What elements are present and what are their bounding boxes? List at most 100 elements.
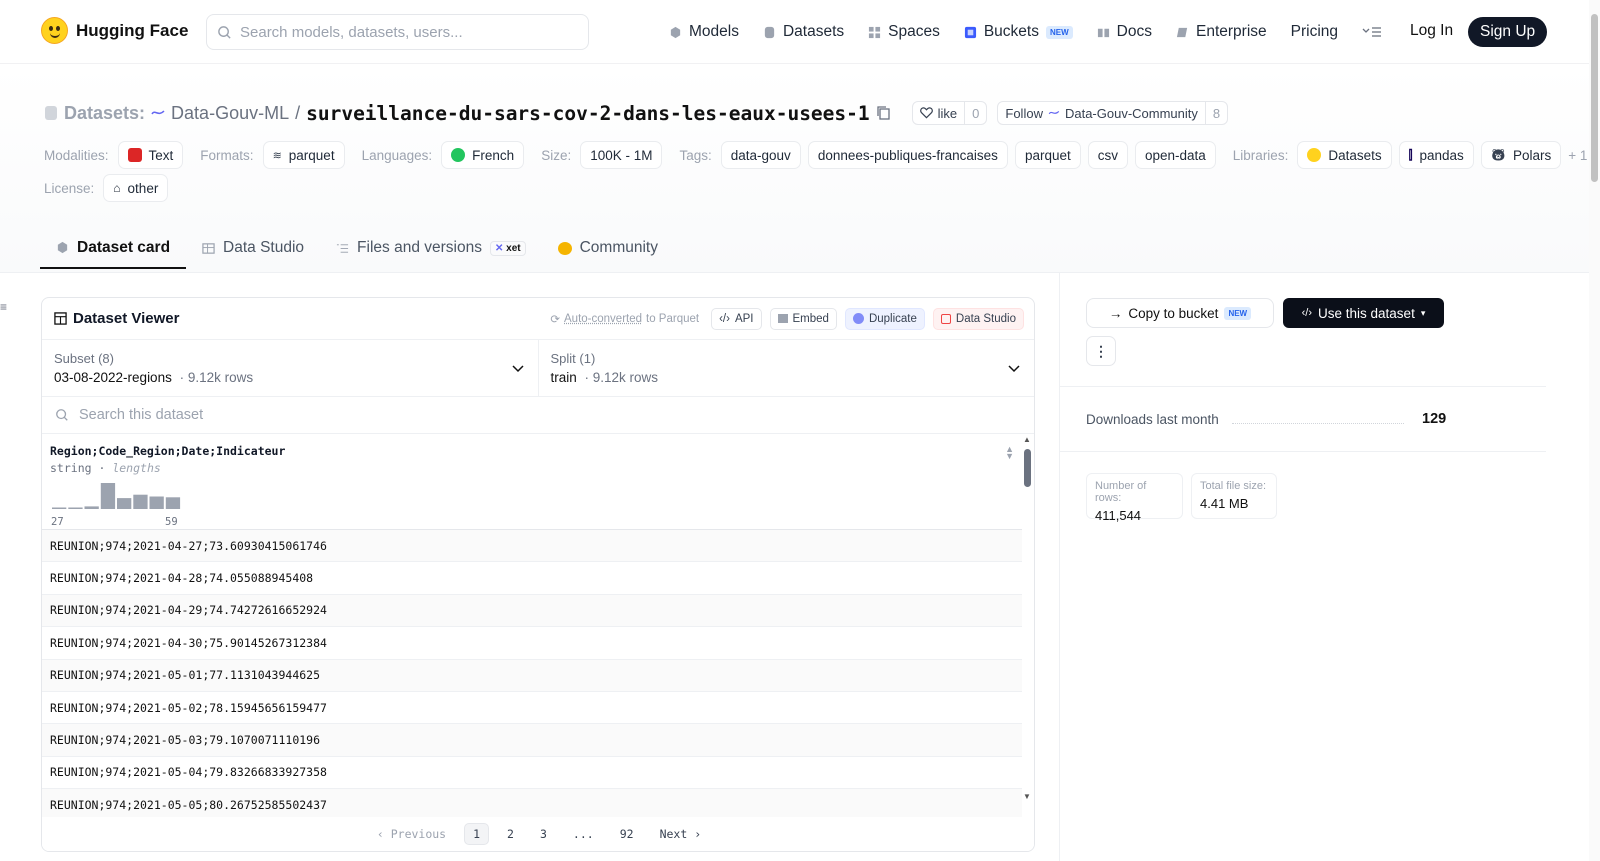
viewer-scrollbar[interactable]: ▲ ▼ bbox=[1020, 435, 1034, 801]
nav-docs[interactable]: Docs bbox=[1097, 23, 1152, 41]
page-scrollbar-thumb[interactable] bbox=[1591, 14, 1598, 182]
logo-link[interactable]: Hugging Face bbox=[41, 17, 188, 44]
histogram-bar[interactable] bbox=[84, 506, 99, 509]
global-search-input[interactable] bbox=[240, 23, 570, 41]
library-tag-datasets[interactable]: Datasets bbox=[1297, 141, 1392, 169]
split-label: Split (1) bbox=[550, 351, 596, 366]
previous-label: Previous bbox=[390, 827, 447, 841]
pagination-previous[interactable]: ‹ Previous bbox=[369, 824, 454, 844]
repo-name[interactable]: surveillance-du-sars-cov-2-dans-les-eaux… bbox=[306, 102, 870, 125]
language-tag-french[interactable]: French bbox=[441, 141, 525, 169]
nav-more[interactable] bbox=[1362, 26, 1382, 38]
histogram-bar[interactable] bbox=[100, 483, 116, 509]
nav-pricing[interactable]: Pricing bbox=[1291, 23, 1338, 41]
dataset-search-input[interactable] bbox=[79, 407, 479, 423]
data-studio-button[interactable]: Data Studio bbox=[932, 307, 1024, 330]
column-header[interactable]: Region;Code_Region;Date;Indicateur strin… bbox=[42, 434, 1022, 530]
histogram-bar[interactable] bbox=[117, 498, 132, 509]
tag-csv[interactable]: csv bbox=[1087, 141, 1128, 169]
tab-community[interactable]: Community bbox=[542, 228, 674, 268]
histogram-bar[interactable] bbox=[149, 496, 164, 510]
subset-select[interactable]: Subset (8) 03-08-2022-regions · 9.12k ro… bbox=[42, 340, 538, 396]
scroll-down-icon[interactable]: ▼ bbox=[1023, 792, 1031, 801]
pagination-page-1[interactable]: 1 bbox=[464, 823, 490, 845]
histogram-bar[interactable] bbox=[165, 497, 181, 509]
copy-to-bucket-button[interactable]: → Copy to bucket NEW bbox=[1086, 298, 1274, 328]
scrollbar-thumb[interactable] bbox=[1024, 449, 1031, 487]
embed-label: Embed bbox=[792, 312, 829, 325]
hugging-face-icon bbox=[1307, 148, 1322, 162]
format-tag-parquet[interactable]: ≋ parquet bbox=[262, 141, 345, 169]
nav-buckets[interactable]: Buckets NEW bbox=[964, 23, 1073, 41]
chevron-down-icon: ▾ bbox=[1420, 307, 1426, 318]
pagination-page-3[interactable]: 3 bbox=[532, 824, 555, 844]
table-row[interactable]: REUNION;974;2021-05-04;79.83266833927358 bbox=[42, 757, 1022, 790]
nav-enterprise[interactable]: Enterprise bbox=[1176, 23, 1267, 41]
embed-button[interactable]: Embed bbox=[769, 307, 837, 330]
libraries-more[interactable]: + 1 bbox=[1568, 148, 1587, 163]
sidebar-toggle-icon[interactable]: ≡ bbox=[0, 300, 7, 314]
scroll-up-icon[interactable]: ▲ bbox=[1023, 435, 1031, 444]
nav-spaces[interactable]: Spaces bbox=[868, 23, 940, 41]
copy-icon[interactable] bbox=[876, 105, 892, 121]
table-row[interactable]: REUNION;974;2021-04-27;73.60930415061746 bbox=[42, 530, 1022, 563]
nav-datasets[interactable]: Datasets bbox=[763, 23, 844, 41]
tag-data-gouv[interactable]: data-gouv bbox=[720, 141, 801, 169]
table-row[interactable]: REUNION;974;2021-05-02;78.15945656159477 bbox=[42, 692, 1022, 725]
cube-icon bbox=[57, 241, 68, 254]
histogram-bar[interactable] bbox=[133, 494, 148, 509]
duplicate-label: Duplicate bbox=[868, 312, 917, 325]
page-scrollbar[interactable] bbox=[1589, 0, 1600, 861]
chevron-down-icon bbox=[1008, 365, 1020, 373]
split-select[interactable]: Split (1) train · 9.12k rows bbox=[537, 340, 1035, 396]
tag-parquet[interactable]: parquet bbox=[1014, 141, 1081, 169]
viewer-title-label: Dataset Viewer bbox=[73, 310, 180, 327]
use-this-dataset-button[interactable]: ‹/› Use this dataset ▾ bbox=[1283, 298, 1444, 328]
tag-open-data[interactable]: open-data bbox=[1134, 141, 1216, 169]
table-row[interactable]: REUNION;974;2021-04-28;74.055088945408 bbox=[42, 562, 1022, 595]
api-button[interactable]: ‹/› API bbox=[711, 307, 762, 330]
nav-models[interactable]: Models bbox=[669, 23, 739, 41]
length-histogram bbox=[52, 483, 181, 510]
global-search[interactable] bbox=[206, 14, 589, 50]
duplicate-button[interactable]: Duplicate bbox=[844, 307, 925, 330]
pagination-next[interactable]: Next › bbox=[652, 824, 710, 844]
hugging-face-logo-icon bbox=[41, 17, 68, 44]
follow-button[interactable]: Follow Data-Gouv-Community 8 bbox=[997, 101, 1229, 125]
library-tag-pandas[interactable]: ⫿ pandas bbox=[1398, 141, 1474, 169]
community-icon bbox=[557, 241, 572, 255]
code-icon: ‹/› bbox=[1301, 307, 1313, 319]
pagination-page-2[interactable]: 2 bbox=[499, 824, 522, 844]
metadata-row: Modalities: Text Formats: ≋ parquet Langu… bbox=[44, 141, 1589, 169]
histogram-bar[interactable] bbox=[68, 507, 83, 510]
tab-label: Community bbox=[579, 239, 658, 256]
tab-files-and-versions[interactable]: Files and versions ✕ xet bbox=[320, 228, 542, 268]
table-row[interactable]: REUNION;974;2021-04-30;75.90145267312384 bbox=[42, 627, 1022, 660]
signup-button[interactable]: Sign Up bbox=[1468, 17, 1548, 47]
table-row[interactable]: REUNION;974;2021-05-03;79.1070071110196 bbox=[42, 724, 1022, 757]
table-row[interactable]: REUNION;974;2021-05-01;77.1131043944625 bbox=[42, 659, 1022, 692]
table-row[interactable]: REUNION;974;2021-04-29;74.74272616652924 bbox=[42, 594, 1022, 628]
tab-data-studio[interactable]: Data Studio bbox=[186, 228, 320, 268]
more-options-button[interactable]: ⋮ bbox=[1086, 336, 1116, 366]
size-tag[interactable]: 100K - 1M bbox=[580, 141, 663, 169]
library-tag-polars[interactable]: 🐻︎ Polars bbox=[1480, 141, 1562, 169]
pagination-page-last[interactable]: 92 bbox=[612, 824, 642, 844]
dataset-search[interactable] bbox=[42, 397, 1034, 434]
heart-icon bbox=[919, 107, 933, 119]
split-value: train · 9.12k rows bbox=[550, 370, 659, 385]
auto-converted-link[interactable]: Auto-converted bbox=[564, 313, 642, 325]
data-studio-icon bbox=[940, 313, 951, 324]
license-tag[interactable]: ⌂ other bbox=[103, 174, 169, 202]
histogram-bar[interactable] bbox=[52, 507, 67, 510]
like-button[interactable]: like 0 bbox=[911, 101, 988, 125]
repo-type-label[interactable]: Datasets: bbox=[64, 103, 145, 124]
library-tag-label: Polars bbox=[1512, 147, 1552, 163]
login-link[interactable]: Log In bbox=[1410, 22, 1453, 40]
tag-donnees-publiques[interactable]: donnees-publiques-francaises bbox=[807, 141, 1008, 169]
sort-icon[interactable]: ▲ ▼ bbox=[1005, 445, 1014, 461]
tab-dataset-card[interactable]: Dataset card bbox=[40, 228, 187, 269]
repo-owner-link[interactable]: Data-Gouv-ML bbox=[171, 103, 289, 124]
column-stat-label: lengths bbox=[112, 461, 161, 475]
modality-tag-text[interactable]: Text bbox=[117, 141, 184, 169]
